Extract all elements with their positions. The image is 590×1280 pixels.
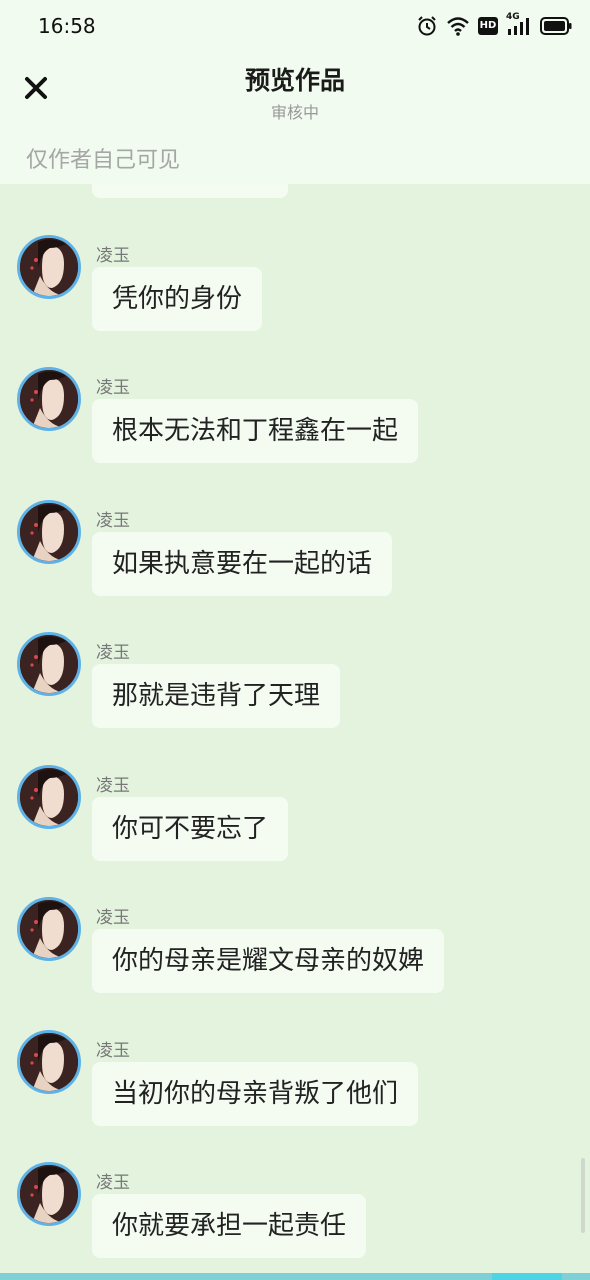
- sender-name: 凌玉: [96, 775, 130, 796]
- chat-message: 凌玉 当初你的母亲背叛了他们: [0, 1029, 590, 1150]
- sender-name: 凌玉: [96, 510, 130, 531]
- visibility-bar: 仅作者自己可见: [0, 132, 590, 184]
- sender-name: 凌玉: [96, 378, 130, 398]
- sender-name: 凌玉: [96, 1173, 130, 1193]
- avatar-image: [20, 370, 78, 428]
- alarm-icon: [416, 15, 438, 37]
- message-bubble[interactable]: 那就是违背了天理: [92, 664, 341, 728]
- chat-message: 我来是告诉你: [0, 184, 590, 222]
- chat-message: 凌玉 你可不要忘了: [0, 764, 590, 885]
- avatar-image: [20, 635, 78, 693]
- avatar-image: [20, 237, 78, 296]
- avatar-image: [20, 1165, 78, 1223]
- header: 预览作品 审核中: [0, 52, 590, 132]
- message-bubble[interactable]: 你的母亲是耀文母亲的奴婢: [92, 929, 445, 993]
- chat-message: 凌玉 那就是违背了天理: [0, 632, 590, 752]
- avatar[interactable]: [17, 897, 81, 961]
- message-bubble[interactable]: 你就要承担一起责任: [92, 1194, 367, 1258]
- avatar[interactable]: [17, 367, 81, 431]
- bottom-progress-accent: [492, 1273, 562, 1280]
- chat-message: 凌玉 如果执意要在一起的话: [0, 499, 590, 620]
- message-bubble[interactable]: 当初你的母亲背叛了他们: [92, 1061, 419, 1126]
- avatar[interactable]: [17, 1029, 81, 1094]
- message-bubble[interactable]: 根本无法和丁程鑫在一起: [92, 399, 419, 463]
- avatar-image: [20, 767, 78, 826]
- scrollbar-thumb[interactable]: [581, 1158, 585, 1233]
- status-icons: HD 4G: [416, 12, 572, 38]
- sender-name: 凌玉: [96, 245, 130, 266]
- message-bubble[interactable]: 我来是告诉你: [92, 184, 289, 198]
- wifi-icon: [446, 15, 470, 37]
- message-bubble[interactable]: 如果执意要在一起的话: [92, 531, 393, 596]
- page-title: 预览作品: [244, 66, 345, 95]
- visibility-note: 仅作者自己可见: [26, 148, 181, 173]
- avatar[interactable]: [17, 632, 81, 696]
- message-bubble[interactable]: 你可不要忘了: [92, 796, 289, 861]
- message-bubble[interactable]: 凭你的身份: [92, 266, 263, 331]
- avatar-image: [20, 1032, 78, 1091]
- sender-name: 凌玉: [96, 908, 130, 928]
- signal-4g-icon: 4G: [506, 12, 532, 37]
- avatar-image: [20, 900, 78, 958]
- hd-icon: HD: [478, 17, 498, 35]
- sender-name: 凌玉: [96, 643, 130, 663]
- avatar-image: [20, 502, 78, 561]
- hd-label: HD: [479, 20, 497, 31]
- chat-message: 凌玉 根本无法和丁程鑫在一起: [0, 367, 590, 487]
- avatar[interactable]: [17, 499, 81, 564]
- chat-message: 凌玉 凭你的身份: [0, 234, 590, 355]
- chat-message: 凌玉 你的母亲是耀文母亲的奴婢: [0, 897, 590, 1017]
- review-status: 审核中: [270, 103, 319, 122]
- status-time: 16:58: [38, 14, 96, 38]
- avatar[interactable]: [17, 1162, 81, 1226]
- avatar[interactable]: [17, 234, 81, 299]
- chat-list[interactable]: 我来是告诉你凌玉凭你的身份凌玉根本无法和丁程鑫在一起凌玉如果执意要在一起的话凌玉…: [0, 184, 590, 1280]
- battery-icon: [540, 16, 572, 36]
- avatar[interactable]: [17, 764, 81, 829]
- chat-message: 凌玉 你就要承担一起责任: [0, 1162, 590, 1280]
- sender-name: 凌玉: [96, 1040, 130, 1061]
- status-bar: 16:58 HD 4G: [0, 0, 590, 52]
